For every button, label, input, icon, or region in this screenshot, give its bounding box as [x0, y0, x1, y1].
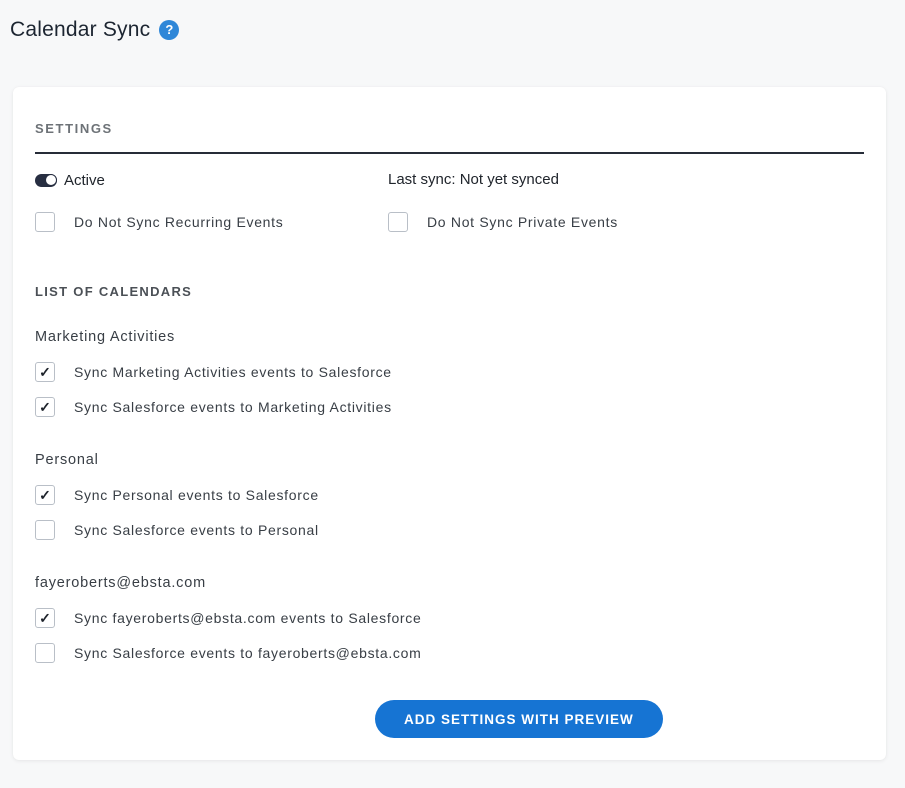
checkbox-label: Do Not Sync Recurring Events	[74, 214, 283, 230]
active-toggle[interactable]	[35, 174, 57, 187]
sync-option[interactable]: Sync Salesforce events to Marketing Acti…	[35, 397, 864, 417]
sync-option[interactable]: Sync fayeroberts@ebsta.com events to Sal…	[35, 608, 864, 628]
calendar-sync-card: SETTINGS Active Last sync: Not yet synce…	[13, 87, 886, 760]
checkbox-icon[interactable]	[35, 520, 55, 540]
sync-options-row: Do Not Sync Recurring Events Do Not Sync…	[35, 212, 864, 232]
settings-section-label: SETTINGS	[35, 121, 864, 136]
checkbox-label: Sync fayeroberts@ebsta.com events to Sal…	[74, 610, 421, 626]
add-settings-with-preview-button[interactable]: ADD SETTINGS WITH PREVIEW	[375, 700, 663, 738]
sync-option[interactable]: Sync Salesforce events to Personal	[35, 520, 864, 540]
last-sync-status: Last sync: Not yet synced	[388, 170, 559, 190]
checkbox-label: Do Not Sync Private Events	[427, 214, 618, 230]
calendar-group-name: fayeroberts@ebsta.com	[35, 575, 864, 592]
checkbox-icon[interactable]	[35, 485, 55, 505]
settings-divider	[35, 152, 864, 154]
checkbox-icon[interactable]	[35, 643, 55, 663]
sync-option[interactable]: Sync Personal events to Salesforce	[35, 485, 864, 505]
button-row: ADD SETTINGS WITH PREVIEW	[35, 700, 864, 738]
checkbox-label: Sync Salesforce events to Marketing Acti…	[74, 399, 392, 415]
status-row: Active Last sync: Not yet synced	[35, 170, 864, 190]
checkbox-label: Sync Salesforce events to Personal	[74, 522, 319, 538]
calendar-group-name: Marketing Activities	[35, 329, 864, 346]
toggle-knob	[45, 174, 57, 186]
do-not-sync-private-option[interactable]: Do Not Sync Private Events	[388, 212, 618, 232]
calendar-group-name: Personal	[35, 452, 864, 469]
page-header: Calendar Sync ?	[0, 0, 905, 44]
checkbox-icon[interactable]	[35, 212, 55, 232]
active-toggle-label: Active	[64, 172, 105, 189]
help-icon[interactable]: ?	[159, 20, 179, 40]
calendars-section-label: LIST OF CALENDARS	[35, 284, 864, 299]
sync-option[interactable]: Sync Marketing Activities events to Sale…	[35, 362, 864, 382]
checkbox-icon[interactable]	[35, 362, 55, 382]
checkbox-label: Sync Marketing Activities events to Sale…	[74, 364, 392, 380]
checkbox-label: Sync Salesforce events to fayeroberts@eb…	[74, 645, 421, 661]
checkbox-icon[interactable]	[35, 397, 55, 417]
do-not-sync-recurring-option[interactable]: Do Not Sync Recurring Events	[35, 212, 283, 232]
checkbox-icon[interactable]	[388, 212, 408, 232]
checkbox-icon[interactable]	[35, 608, 55, 628]
page-title: Calendar Sync	[10, 18, 150, 42]
checkbox-label: Sync Personal events to Salesforce	[74, 487, 319, 503]
sync-option[interactable]: Sync Salesforce events to fayeroberts@eb…	[35, 643, 864, 663]
